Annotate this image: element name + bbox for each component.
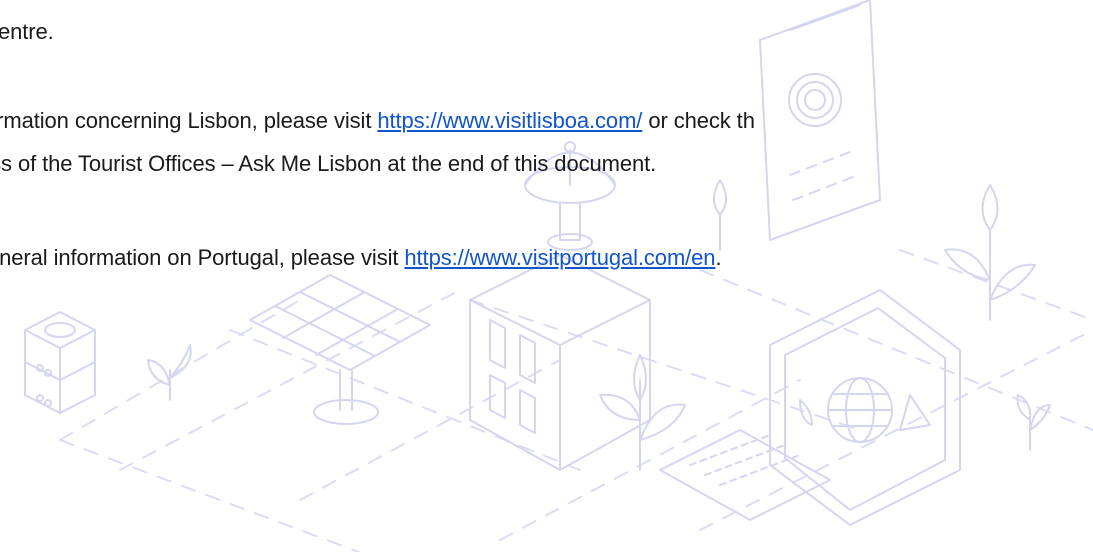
text-fragment: entre.	[0, 19, 54, 44]
solar-panel-icon	[249, 274, 431, 425]
paragraph-line: ess of the Tourist Offices – Ask Me Lisb…	[0, 150, 656, 178]
server-icon	[24, 311, 96, 414]
keyboard-icon	[659, 429, 831, 521]
paragraph-line: formation concerning Lisbon, please visi…	[0, 107, 755, 135]
monitor-globe-icon	[769, 289, 961, 526]
paragraph-line: entre.	[0, 18, 54, 46]
ground-grid-lines	[59, 249, 1093, 552]
text-fragment: or check th	[642, 108, 755, 133]
paragraph-line: eneral information on Portugal, please v…	[0, 244, 722, 272]
visitportugal-link[interactable]: https://www.visitportugal.com/en	[404, 245, 715, 270]
plant-icon	[147, 344, 192, 401]
plant-icon	[944, 184, 1036, 321]
text-fragment: .	[715, 245, 722, 270]
plant-icon	[1016, 394, 1051, 451]
plant-icon	[599, 354, 686, 471]
text-fragment: eneral information on Portugal, please v…	[0, 245, 405, 270]
isometric-city-illustration	[24, 0, 1093, 552]
plant-icon	[713, 179, 727, 251]
text-fragment: formation concerning Lisbon, please visi…	[0, 108, 378, 133]
document-fingerprint-icon	[759, 0, 881, 241]
visitlisboa-link[interactable]: https://www.visitlisboa.com/	[377, 108, 642, 133]
text-fragment: ess of the Tourist Offices – Ask Me Lisb…	[0, 151, 657, 176]
